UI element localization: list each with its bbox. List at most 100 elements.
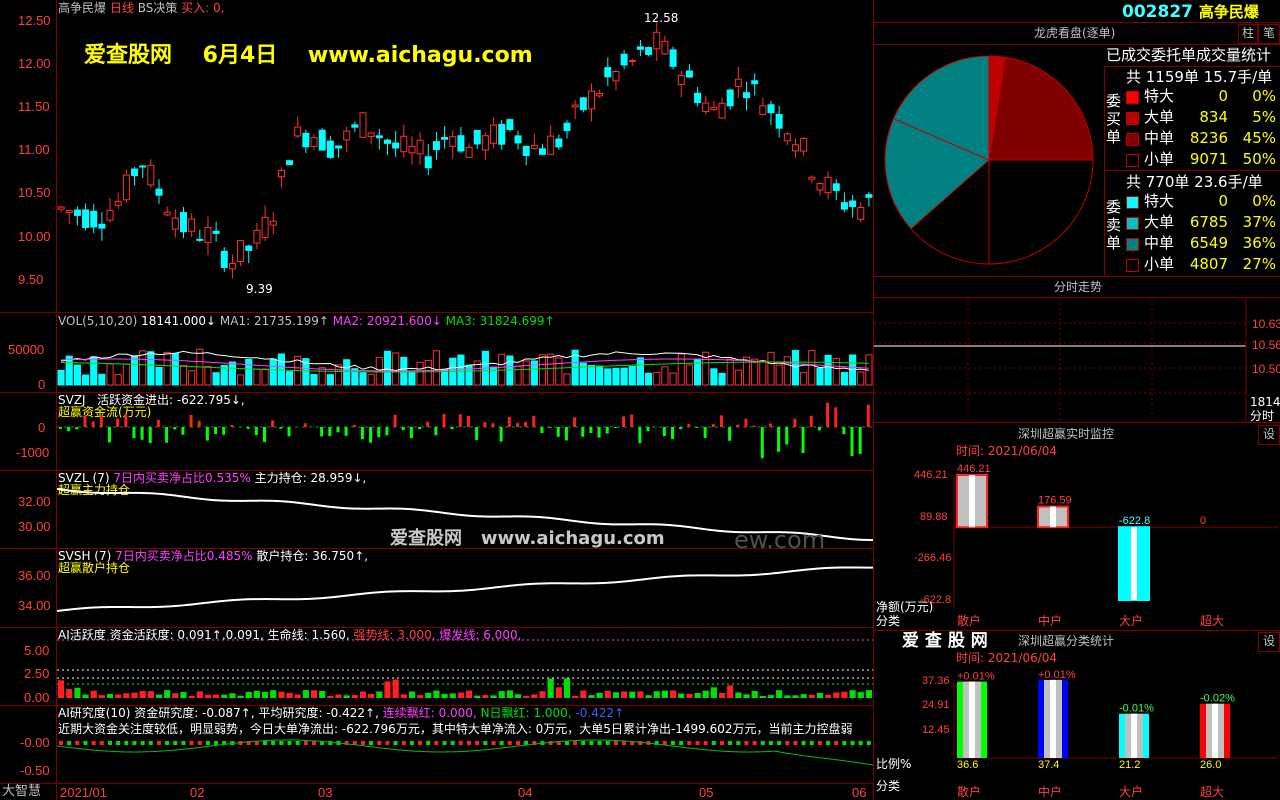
research-mark bbox=[826, 741, 831, 745]
volume-bar bbox=[596, 365, 604, 386]
flow-bar bbox=[320, 427, 324, 437]
candle-body bbox=[114, 200, 122, 206]
volume-bar bbox=[204, 365, 212, 386]
candle-body bbox=[645, 47, 653, 55]
flow-bar bbox=[834, 407, 838, 427]
flow-bar bbox=[850, 427, 854, 456]
candle-body bbox=[294, 126, 302, 137]
research-chart[interactable] bbox=[57, 706, 873, 783]
activity-bar bbox=[433, 690, 440, 698]
flow-bar bbox=[165, 427, 169, 443]
flow-bar bbox=[573, 417, 577, 427]
flow-bar bbox=[695, 427, 699, 428]
volume-bar bbox=[147, 351, 155, 386]
pie-slice bbox=[988, 159, 1094, 265]
activity-bar bbox=[123, 693, 130, 698]
activity-bar bbox=[392, 679, 399, 698]
research-mark bbox=[377, 741, 382, 745]
candle-body bbox=[441, 136, 449, 140]
activity-bar bbox=[400, 694, 407, 698]
activity-bar bbox=[196, 691, 203, 698]
research-mark bbox=[809, 741, 814, 745]
volume-bar bbox=[179, 364, 188, 386]
activity-bar bbox=[188, 695, 195, 698]
activity-bar bbox=[310, 690, 318, 698]
monitor-title: 深圳超赢实时监控 bbox=[1018, 427, 1115, 441]
monitor-cat: 散户 bbox=[957, 613, 981, 628]
xtick: 03 bbox=[318, 785, 333, 800]
order-row: 特大 0 0% bbox=[1126, 86, 1276, 106]
research-mark bbox=[850, 741, 855, 745]
activity-bar bbox=[604, 690, 611, 698]
research-mark bbox=[768, 741, 773, 745]
activity-bar bbox=[841, 691, 848, 698]
stats-settings-button[interactable]: 设 bbox=[1258, 632, 1280, 652]
volume-bar bbox=[310, 374, 318, 386]
activity-bar bbox=[686, 693, 693, 698]
volume-bar bbox=[685, 364, 693, 386]
tick-mode-button[interactable]: 笔 bbox=[1258, 24, 1280, 44]
candle-body bbox=[775, 114, 783, 129]
volume-bar bbox=[383, 350, 392, 386]
flow-bar bbox=[524, 421, 528, 427]
flow-bar bbox=[564, 427, 568, 441]
candle-body bbox=[816, 182, 824, 191]
flow-bar bbox=[173, 427, 177, 430]
stats-title: 深圳超赢分类统计 bbox=[1018, 634, 1115, 648]
flow-bar bbox=[352, 424, 356, 427]
activity-bar bbox=[376, 691, 383, 698]
volume-bar bbox=[808, 350, 816, 386]
volume-bar bbox=[824, 354, 832, 386]
ai-activity-chart[interactable] bbox=[57, 628, 873, 705]
svzj-chart[interactable] bbox=[57, 393, 873, 470]
candle-body bbox=[171, 217, 179, 230]
volume-chart[interactable] bbox=[57, 313, 873, 392]
research-mark bbox=[360, 741, 365, 745]
flow-bar bbox=[760, 427, 764, 459]
volume-bar bbox=[800, 372, 808, 386]
activity-bar bbox=[229, 693, 236, 698]
candle-body bbox=[857, 206, 865, 220]
xtick: 04 bbox=[518, 785, 533, 800]
swatch-icon bbox=[1126, 133, 1139, 146]
activity-bar bbox=[825, 694, 832, 698]
research-mark bbox=[426, 741, 431, 745]
flow-bar bbox=[148, 427, 152, 444]
candle-body bbox=[506, 119, 514, 130]
candle-body bbox=[751, 80, 759, 85]
svsh-chart[interactable] bbox=[57, 549, 873, 627]
flow-bar bbox=[768, 423, 772, 427]
flow-bar bbox=[638, 427, 642, 444]
candle-body bbox=[832, 183, 840, 191]
bar-mode-button[interactable]: 柱 bbox=[1238, 24, 1258, 44]
flow-bar bbox=[605, 427, 609, 434]
candle-body bbox=[726, 89, 734, 107]
order-count: 9071 bbox=[1189, 150, 1228, 168]
swatch-icon bbox=[1126, 112, 1139, 125]
flow-bar bbox=[597, 427, 601, 438]
monitor-settings-button[interactable]: 设 bbox=[1258, 425, 1280, 445]
research-mark bbox=[369, 741, 374, 745]
activity-bar bbox=[563, 678, 571, 698]
flow-bar bbox=[205, 427, 209, 441]
activity-bar bbox=[172, 693, 179, 698]
candle-body bbox=[351, 124, 359, 128]
order-row: 中单 8236 45% bbox=[1126, 128, 1276, 148]
flow-bar bbox=[515, 423, 519, 427]
activity-bar bbox=[645, 695, 652, 698]
stats-bar-highlight bbox=[1212, 703, 1218, 758]
candle-body bbox=[865, 194, 873, 198]
volume-bar bbox=[351, 368, 359, 386]
volume-bar bbox=[212, 372, 220, 386]
candle-body bbox=[286, 160, 294, 166]
order-pct: 0% bbox=[1252, 87, 1276, 105]
activity-bar bbox=[425, 692, 432, 698]
left-panel[interactable]: 高争民爆 日线 BS决策 买入: 0, 12.50 12.00 11.50 11… bbox=[0, 0, 874, 800]
activity-bar bbox=[359, 691, 367, 698]
fenshi-volume: 18141 bbox=[1250, 395, 1280, 409]
fenshi-tab[interactable]: 分时 bbox=[1250, 409, 1274, 423]
flow-bar bbox=[662, 427, 666, 437]
research-mark bbox=[197, 741, 202, 745]
intraday-chart[interactable] bbox=[874, 298, 1280, 422]
order-count: 6785 bbox=[1189, 213, 1228, 231]
